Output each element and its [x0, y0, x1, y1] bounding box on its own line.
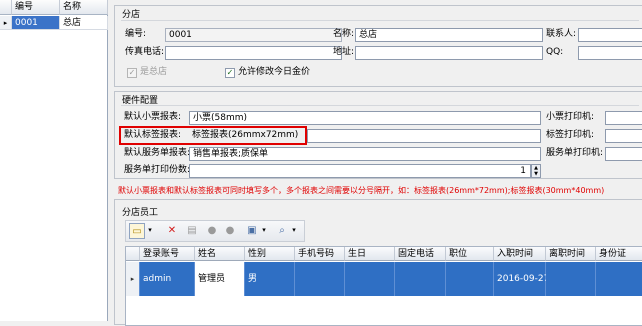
address-field[interactable] [355, 46, 543, 60]
store-list-grid[interactable]: 编号 名称 ▸ 0001 总店 [0, 0, 108, 321]
row-header-corner [0, 0, 12, 15]
print-copies-label: 服务单打印份数: [124, 165, 191, 175]
column-header[interactable]: 性别 [245, 247, 295, 261]
allow-modify-price-label: 允许修改今日金价 [238, 67, 311, 77]
hardware-group: 硬件配置 默认小票报表: 小票(58mm) 小票打印机: 默认标签报表: 标签报… [114, 91, 642, 179]
receipt-printer-field[interactable] [605, 111, 642, 125]
cancel-icon[interactable]: ● [222, 223, 238, 239]
store-group-title: 分店 [122, 10, 141, 20]
tag-report-field-ext[interactable] [307, 129, 541, 143]
refresh-icon[interactable]: ● [204, 223, 220, 239]
tag-report-label: 默认标签报表: [124, 130, 182, 140]
column-header[interactable]: 生日 [345, 247, 395, 261]
fax-label: 传真电话: [125, 47, 165, 57]
column-header-name[interactable]: 名称 [60, 0, 108, 15]
tag-printer-field[interactable] [605, 129, 642, 143]
address-label: 地址: [333, 47, 355, 57]
tel-cell[interactable] [395, 262, 446, 296]
staff-toolbar: ▭ ▾ ✕ ▤ ● ● ▣ ▾ ⌕ ▾ [125, 220, 305, 242]
name-label: 名称: [333, 29, 355, 39]
row-header-corner [126, 247, 140, 261]
qq-field[interactable] [578, 46, 642, 60]
tag-report-field[interactable]: 标签报表(26mmx72mm) [189, 129, 303, 143]
divider [121, 20, 639, 21]
account-cell[interactable]: admin [140, 262, 195, 296]
name-cell[interactable]: 管理员 [195, 262, 245, 296]
hint-text: 默认小票报表和默认标签报表可同时填写多个，多个报表之间需要以分号隔开，如：标签报… [118, 186, 605, 195]
column-header[interactable]: 离职时间 [546, 247, 596, 261]
column-header[interactable]: 固定电话 [395, 247, 446, 261]
gender-cell[interactable]: 男 [245, 262, 295, 296]
is-head-checkbox[interactable]: ✓ [127, 68, 137, 78]
new-dropdown-icon[interactable]: ▾ [146, 223, 154, 239]
search-icon[interactable]: ⌕ [274, 223, 290, 239]
column-header[interactable]: 登录账号 [140, 247, 195, 261]
column-header[interactable]: 手机号码 [295, 247, 345, 261]
position-cell[interactable] [446, 262, 494, 296]
code-field[interactable]: 0001 [165, 28, 342, 42]
search-dropdown-icon[interactable]: ▾ [290, 223, 298, 239]
column-header[interactable]: 身份证 [596, 247, 642, 261]
qq-label: QQ: [546, 47, 564, 57]
delete-icon[interactable]: ✕ [164, 223, 180, 239]
receipt-printer-label: 小票打印机: [546, 112, 595, 122]
service-printer-field[interactable] [605, 147, 642, 161]
store-code-cell[interactable]: 0001 [12, 16, 60, 30]
service-report-label: 默认服务单报表: [124, 148, 191, 158]
staff-group-title: 分店员工 [122, 208, 159, 218]
tag-printer-label: 标签打印机: [546, 130, 595, 140]
receipt-report-label: 默认小票报表: [124, 112, 182, 122]
save-icon[interactable]: ▤ [184, 223, 200, 239]
column-header-code[interactable]: 编号 [12, 0, 60, 15]
allow-modify-price-checkbox[interactable]: ✓ [225, 68, 235, 78]
column-header[interactable]: 入职时间 [494, 247, 546, 261]
row-indicator-icon: ▸ [126, 262, 140, 296]
code-label: 编号: [125, 29, 147, 39]
contact-field[interactable] [578, 28, 642, 42]
service-printer-label: 服务单打印机: [546, 148, 604, 158]
birthday-cell[interactable] [345, 262, 395, 296]
spin-button[interactable]: ▲ ▼ [531, 164, 541, 178]
staff-grid[interactable]: 登录账号 姓名 性别 手机号码 生日 固定电话 职位 入职时间 离职时间 身份证… [125, 246, 642, 326]
fax-field[interactable] [165, 46, 342, 60]
id-card-cell[interactable] [596, 262, 642, 296]
export-icon[interactable]: ▣ [244, 223, 260, 239]
print-copies-field[interactable]: 1 [189, 164, 531, 178]
is-head-label: 是总店 [140, 67, 168, 77]
hire-date-cell[interactable]: 2016-09-27 [494, 262, 549, 296]
receipt-report-field[interactable]: 小票(58mm) [189, 111, 541, 125]
column-header[interactable]: 姓名 [195, 247, 245, 261]
contact-label: 联系人: [546, 29, 577, 39]
staff-group: 分店员工 ▭ ▾ ✕ ▤ ● ● ▣ ▾ ⌕ ▾ 登录账号 姓名 性别 手机号码… [114, 199, 642, 326]
name-field[interactable]: 总店 [355, 28, 543, 42]
column-header[interactable]: 职位 [446, 247, 494, 261]
leave-date-cell[interactable] [546, 262, 596, 296]
store-group: 分店 编号: 0001 名称: 总店 联系人: 传真电话: 地址: QQ: ✓ … [114, 5, 642, 87]
row-indicator-icon: ▸ [0, 16, 12, 30]
divider [121, 105, 639, 106]
export-dropdown-icon[interactable]: ▾ [260, 223, 268, 239]
store-name-cell[interactable]: 总店 [60, 16, 108, 30]
service-report-field[interactable]: 销售单报表;质保单 [189, 147, 541, 161]
new-icon[interactable]: ▭ [129, 223, 145, 239]
phone-cell[interactable] [295, 262, 345, 296]
